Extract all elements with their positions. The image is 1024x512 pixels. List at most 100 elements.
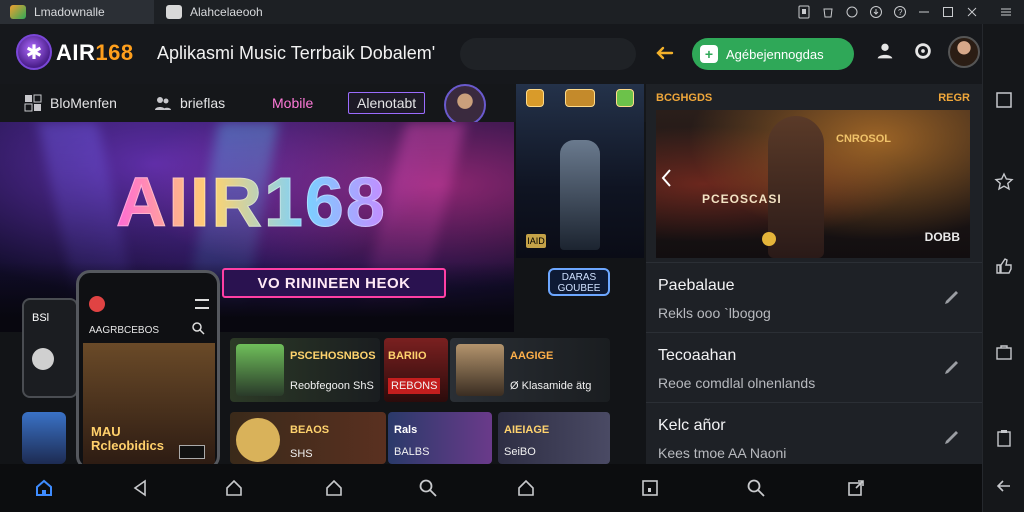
feature-label-1: PCEOSCASI (702, 192, 782, 206)
badge-icon (526, 89, 545, 107)
chevron-left-icon[interactable] (660, 166, 674, 190)
coin-icon (762, 232, 776, 246)
card-subtitle: Ø Klasamide ätg (510, 380, 592, 392)
phone-mockup[interactable]: AAGRBCEBOS MAU Rcleobidics (76, 270, 220, 470)
tab-active[interactable]: Lmadownalle (0, 0, 154, 24)
share-icon[interactable] (846, 478, 866, 498)
hero-subtitle: VO RININEEN HEOK (222, 268, 446, 298)
grid-icon (24, 94, 42, 112)
list-item-title: Tecoaahan (658, 347, 737, 364)
featured-artwork[interactable]: PCEOSCASI CNROSOL DOBB (656, 110, 970, 258)
app-window: Lmadownalle Alahcelaeooh ? ✱ AIR168 Apli… (0, 0, 1024, 512)
list-item[interactable]: PSCEHOSNBOS Reobfegoon ShS (230, 338, 380, 402)
card-title: PSCEHOSNBOS (290, 350, 376, 362)
game-tile-button[interactable]: DARAS GOUBEE (548, 268, 610, 296)
search-icon (191, 321, 205, 335)
app-thumbnail[interactable] (22, 412, 66, 464)
back-arrow-icon[interactable] (652, 40, 678, 66)
list-item[interactable]: AIEIAGE SeiBO (498, 412, 610, 464)
edit-icon[interactable] (942, 287, 962, 307)
menu-icon[interactable] (994, 0, 1018, 24)
tile-tag: IAID (526, 234, 546, 248)
camera-icon[interactable] (816, 0, 840, 24)
panel-header-right[interactable]: REGR (938, 92, 970, 108)
badge-icon (615, 89, 634, 107)
nav-item-home[interactable]: BloMenfen (24, 92, 117, 114)
square-icon[interactable] (640, 478, 660, 498)
feature-label-2: CNROSOL (836, 133, 891, 145)
card-title: Rals (394, 424, 418, 436)
list-item[interactable]: BARIIO REBONS (384, 338, 448, 402)
nav-item-friends[interactable]: brieflas (154, 92, 225, 114)
card-title: AIEIAGE (504, 424, 550, 436)
house-icon[interactable] (516, 478, 536, 498)
phone-button (179, 445, 205, 459)
record-dot-icon (89, 296, 105, 312)
download-icon[interactable] (864, 0, 888, 24)
app-header: ✱ AIR168 Aplikasmi Music Terrbaik Dobale… (0, 24, 982, 84)
list-item[interactable]: Rals BALBS (388, 412, 492, 464)
search-icon[interactable] (746, 478, 766, 498)
tile-icons (516, 84, 644, 112)
tab-secondary[interactable]: Alahcelaeooh (158, 0, 358, 24)
nav-item-mobile[interactable]: Mobile (272, 92, 313, 114)
cta-button[interactable]: + Agébejennogdas (692, 38, 854, 70)
right-panel: BCGHGDS REGR PCEOSCASI CNROSOL DOBB Paeb… (646, 84, 982, 464)
like-icon[interactable] (994, 256, 1014, 276)
record-icon[interactable] (792, 0, 816, 24)
card-subtitle: Reobfegoon ShS (290, 380, 374, 392)
refresh-icon[interactable] (840, 0, 864, 24)
maximize-icon[interactable] (936, 0, 960, 24)
edit-icon[interactable] (942, 427, 962, 447)
list-item-subtitle: Reoe comdlal olnenlands (658, 375, 816, 391)
nav-avatar[interactable] (444, 84, 486, 126)
logo-icon[interactable]: ✱ (16, 34, 52, 70)
back-arrow-icon[interactable] (994, 476, 1014, 496)
home-icon[interactable] (34, 478, 54, 498)
list-item[interactable]: BEAOS SHS (230, 412, 386, 464)
card-grid: PSCEHOSNBOS Reobfegoon ShS BARIIO REBONS… (226, 334, 646, 464)
title-bar: Lmadownalle Alahcelaeooh ? (0, 0, 1024, 24)
phone-small[interactable]: BSl (22, 298, 78, 398)
card-title: BARIIO (388, 350, 427, 362)
phone-label: AAGRBCEBOS (89, 325, 160, 336)
side-rail (982, 24, 1024, 512)
guitarist-figure (768, 116, 824, 258)
nav-item-active[interactable]: Alenotabt (348, 92, 426, 114)
clipboard-icon[interactable] (994, 428, 1014, 448)
plus-icon: + (700, 45, 718, 63)
list-item-title: Paebalaue (658, 277, 735, 294)
list-item[interactable]: AAGIGE Ø Klasamide ätg (450, 338, 610, 402)
user-icon[interactable] (874, 40, 898, 64)
list-item-subtitle: Kees tmoe AA Naoni (658, 445, 787, 461)
list-item[interactable]: Tecoaahan Reoe comdlal olnenlands (646, 332, 982, 402)
bag-icon[interactable] (994, 342, 1014, 362)
card-subtitle: SHS (290, 448, 313, 460)
nav-label: Alenotabt (357, 95, 417, 111)
list-item[interactable]: Kelc añor Kees tmoe AA Naoni (646, 402, 982, 472)
home-outline-icon[interactable] (224, 478, 244, 498)
house-icon[interactable] (324, 478, 344, 498)
nav-label: Mobile (272, 95, 314, 111)
search-bar[interactable] (460, 38, 636, 70)
star-icon[interactable] (994, 172, 1014, 192)
svg-text:?: ? (898, 8, 903, 17)
card-thumbnail (236, 344, 284, 396)
menu-icon (195, 299, 209, 309)
back-icon[interactable] (130, 478, 150, 498)
card-title: AAGIGE (510, 350, 554, 362)
game-tile[interactable]: IAID (516, 84, 644, 258)
search-icon[interactable] (418, 478, 438, 498)
card-subtitle: SeiBO (504, 446, 536, 458)
settings-icon[interactable] (912, 40, 936, 64)
music-tab-icon (166, 5, 182, 19)
edit-icon[interactable] (942, 357, 962, 377)
people-icon (154, 94, 172, 112)
list-item[interactable]: Paebalaue Rekls ooo `lbogog (646, 262, 982, 332)
minimize-icon[interactable] (912, 0, 936, 24)
tab-label: Lmadownalle (34, 5, 105, 19)
close-icon[interactable] (960, 0, 984, 24)
help-icon[interactable]: ? (888, 0, 912, 24)
square-icon[interactable] (994, 90, 1014, 110)
avatar[interactable] (948, 36, 980, 68)
